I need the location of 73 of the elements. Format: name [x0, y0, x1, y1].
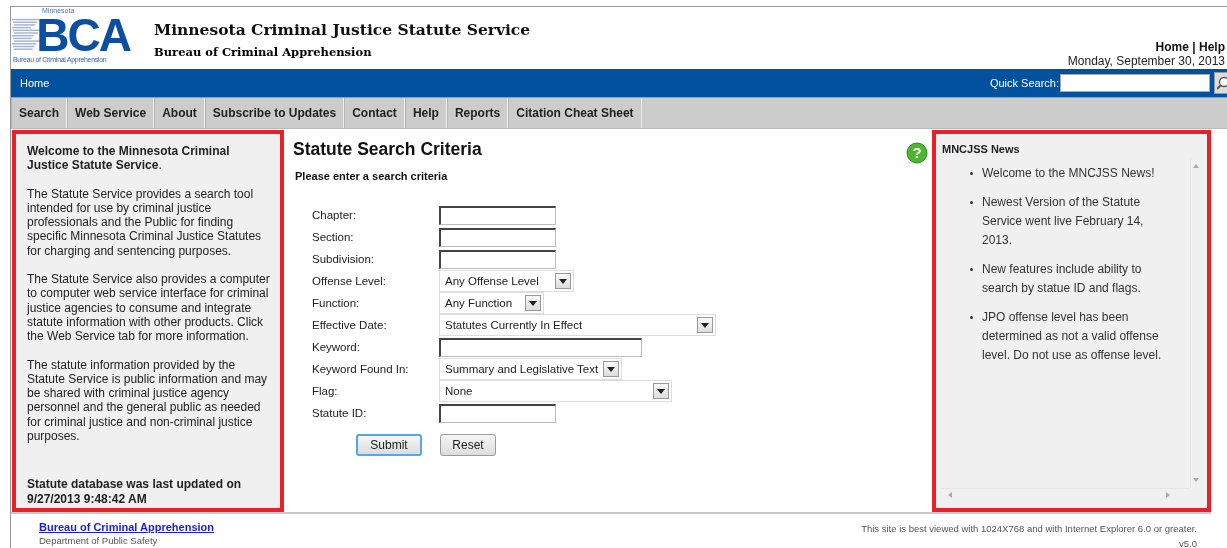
quick-search-label: Quick Search:: [989, 77, 1059, 89]
search-button[interactable]: [1214, 72, 1227, 94]
date-text: Monday, September 30, 2013: [1067, 54, 1225, 68]
form-instructions: Please enter a search criteria: [295, 170, 449, 182]
field-label: Function:: [312, 296, 361, 311]
version-text: v5.0: [1179, 538, 1197, 548]
input-field[interactable]: [439, 403, 556, 423]
welcome-paragraph: The statute information provided by the Statute Service is public information and may be shared with criminal justice agency personnel and the general public as needed for criminal justice and non-criminal justice purposes.: [27, 357, 269, 444]
dropdown[interactable]: None: [439, 380, 672, 402]
caret-icon: [607, 366, 615, 372]
vertical-scrollbar[interactable]: [1190, 158, 1200, 488]
home-link[interactable]: Home: [20, 77, 50, 89]
field-label: Keyword:: [312, 340, 361, 355]
nav-tab[interactable]: Reports: [446, 98, 509, 128]
search-icon: [1217, 76, 1227, 90]
caret-icon: [657, 388, 665, 394]
site-title: Minnesota Criminal Justice Statute Service: [154, 20, 531, 39]
nav-tab[interactable]: About: [154, 98, 205, 128]
input-field[interactable]: [439, 249, 556, 269]
dropdown[interactable]: Any Offense Level: [439, 270, 574, 292]
form-title: Statute Search Criteria: [293, 139, 482, 160]
input-field[interactable]: [439, 337, 642, 357]
welcome-heading: Welcome to the Minnesota Criminal Justice Statute Service.: [27, 144, 231, 173]
bullet-icon: [970, 172, 973, 175]
news-item: Newest Version of the Statute Service went live February 14, 2013.: [982, 194, 1145, 249]
field-label: Section:: [312, 230, 355, 245]
caret-icon: [529, 300, 537, 306]
nav-tab[interactable]: Search: [11, 98, 68, 128]
bullet-icon: [970, 268, 973, 271]
dropdown[interactable]: Summary and Legislative Text: [439, 358, 622, 380]
scroll-down-icon[interactable]: [1192, 478, 1199, 482]
news-item: Welcome to the MNCJSS News!: [982, 165, 1155, 182]
scroll-right-icon[interactable]: [1166, 491, 1170, 498]
nav-tab[interactable]: Web Service: [67, 98, 155, 128]
input-field[interactable]: [439, 205, 556, 225]
welcome-paragraph: The Statute Service also provides a computer to computer web service interface for criminal justice agencies to consume and integrate statute information with other products. Click the Web Service tab for more information.: [27, 272, 271, 344]
footer-link[interactable]: Bureau of Criminal Apprehension: [39, 521, 214, 533]
scroll-up-icon[interactable]: [1192, 164, 1199, 168]
bullet-icon: [970, 316, 973, 319]
browser-note: This site is best viewed with 1024X768 and with Internet Explorer 6.0 or greater.: [861, 523, 1197, 534]
dropdown[interactable]: Statutes Currently In Effect: [439, 314, 716, 336]
reset-button[interactable]: Reset: [440, 434, 496, 456]
welcome-paragraph: The Statute Service provides a search tool intended for use by criminal justice professionals and the Public for finding specific Minnesota Criminal Justice Statutes for charging and sentencing purposes.: [27, 186, 263, 259]
link-separator: |: [1192, 40, 1196, 54]
nav-tab[interactable]: Subscribe to Updates: [204, 98, 345, 128]
input-field[interactable]: [439, 227, 556, 247]
field-label: Statute ID:: [312, 406, 368, 421]
news-title: MNCJSS News: [942, 143, 1021, 155]
department-text: Department of Public Safety: [39, 535, 159, 546]
nav-tab[interactable]: Citation Cheat Sheet: [508, 98, 642, 128]
bullet-icon: [970, 201, 973, 204]
logo-wordmark: BCA: [36, 15, 130, 55]
header-link[interactable]: Home: [1155, 40, 1189, 54]
last-updated-text: Statute database was last updated on 9/27/2013 9:48:42 AM: [27, 477, 242, 506]
news-item: New features include ability to search by statue ID and flags.: [982, 261, 1143, 297]
field-label: Keyword Found In:: [312, 362, 410, 377]
scroll-left-icon[interactable]: [948, 491, 952, 498]
caret-icon: [701, 322, 709, 328]
horizontal-scrollbar[interactable]: [942, 488, 1190, 500]
field-label: Flag:: [312, 384, 339, 399]
field-label: Subdivision:: [312, 252, 375, 267]
quick-search-field[interactable]: [1060, 74, 1210, 92]
nav-tab[interactable]: Help: [404, 98, 447, 128]
news-item: JPO offense level has been determined as not a valid offense level. Do not use as offense level.: [982, 309, 1162, 364]
field-label: Effective Date:: [312, 318, 388, 333]
site-subtitle: Bureau of Criminal Apprehension: [154, 45, 373, 59]
submit-button[interactable]: Submit: [356, 434, 422, 456]
field-label: Offense Level:: [312, 274, 387, 289]
caret-icon: [559, 278, 567, 284]
field-label: Chapter:: [312, 208, 358, 223]
dropdown[interactable]: Any Function: [439, 292, 544, 314]
header-link[interactable]: Help: [1199, 40, 1225, 54]
nav-tab[interactable]: Contact: [344, 98, 405, 128]
